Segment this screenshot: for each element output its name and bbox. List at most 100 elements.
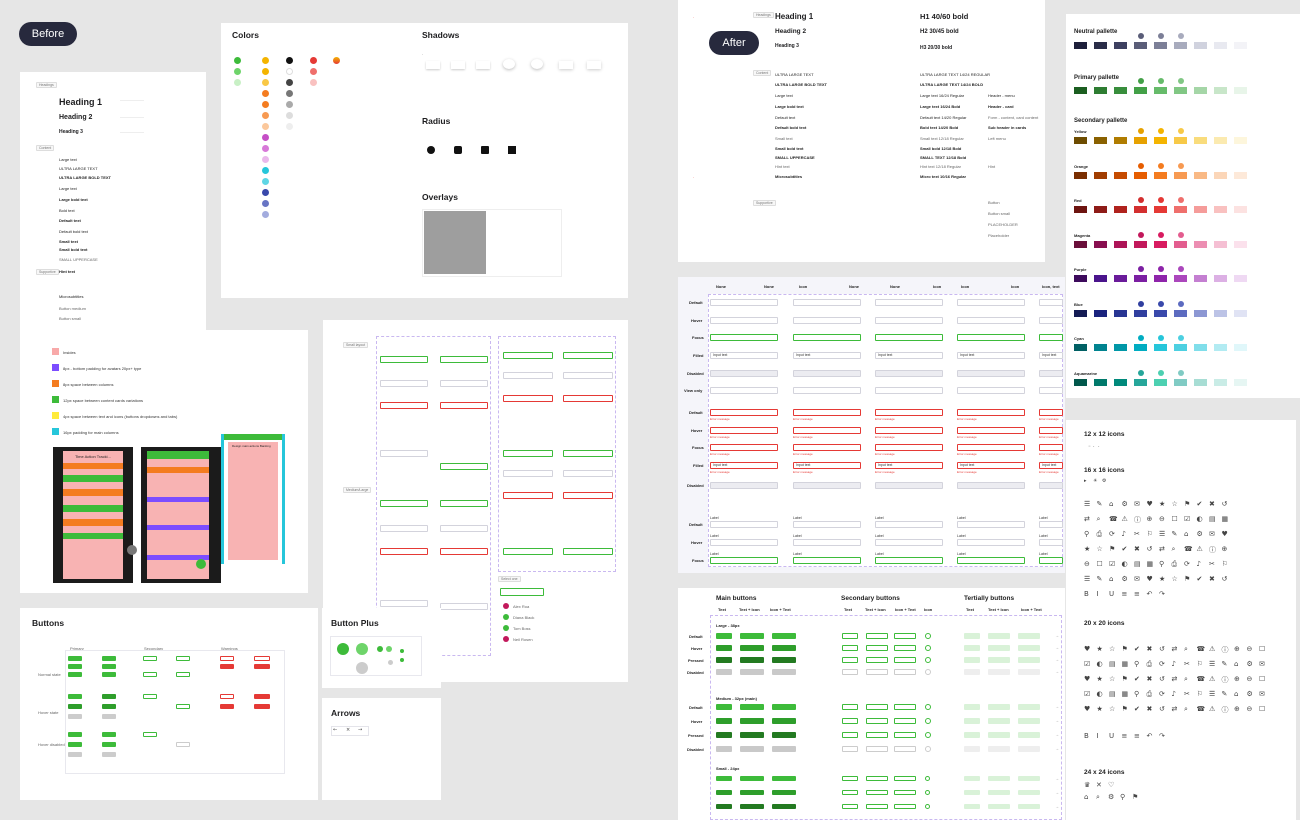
secondary-button[interactable] bbox=[894, 657, 916, 663]
info-icon[interactable]: ⓘ bbox=[1222, 645, 1229, 655]
input-field[interactable] bbox=[710, 521, 778, 528]
info-icon[interactable]: ⓘ bbox=[1134, 515, 1141, 525]
main-button[interactable] bbox=[716, 645, 732, 651]
checkbox-icon[interactable]: ☐ bbox=[1259, 675, 1265, 683]
arrow-right-icon[interactable]: → bbox=[1055, 746, 1059, 751]
input-field[interactable] bbox=[710, 427, 778, 434]
warning-button[interactable] bbox=[254, 694, 270, 699]
check-icon[interactable]: ✔ bbox=[1122, 545, 1128, 553]
main-button[interactable] bbox=[740, 804, 764, 809]
tertiary-button[interactable] bbox=[988, 645, 1010, 651]
input-field[interactable] bbox=[957, 557, 1025, 564]
main-button[interactable] bbox=[716, 746, 732, 752]
arrow-right-icon[interactable]: → bbox=[1055, 645, 1059, 650]
print-icon[interactable]: ⎙ bbox=[1172, 560, 1178, 569]
search-icon[interactable]: ⌕ bbox=[1184, 675, 1188, 684]
primary-button[interactable] bbox=[102, 714, 116, 719]
input-field[interactable] bbox=[875, 427, 943, 434]
star-outline-icon[interactable]: ☆ bbox=[1097, 545, 1103, 553]
text-format-icon[interactable]: I bbox=[1097, 732, 1099, 740]
cut-icon[interactable]: ✂ bbox=[1209, 560, 1215, 568]
secondary-button[interactable] bbox=[842, 669, 858, 675]
text-format-icon[interactable]: ≡ bbox=[1122, 590, 1128, 598]
tertiary-button[interactable] bbox=[1018, 790, 1040, 795]
secondary-button[interactable] bbox=[176, 656, 190, 661]
list-icon[interactable]: ▤ bbox=[1209, 515, 1216, 523]
star-icon[interactable]: ★ bbox=[1097, 645, 1103, 653]
input-field[interactable] bbox=[793, 299, 861, 306]
grid-icon[interactable]: ▦ bbox=[1222, 515, 1229, 523]
secondary-button[interactable] bbox=[866, 790, 888, 795]
grid-icon[interactable]: ▦ bbox=[1147, 560, 1154, 568]
primary-button[interactable] bbox=[68, 714, 82, 719]
primary-button[interactable] bbox=[102, 694, 116, 699]
main-button[interactable] bbox=[740, 657, 764, 663]
flag-icon[interactable]: ⚑ bbox=[1122, 645, 1128, 653]
warning-button[interactable] bbox=[220, 704, 234, 709]
input-field[interactable] bbox=[440, 603, 488, 610]
input-field[interactable] bbox=[440, 356, 488, 363]
input-field[interactable] bbox=[793, 539, 861, 546]
input-field[interactable] bbox=[793, 370, 861, 377]
check-icon[interactable]: ✔ bbox=[1134, 645, 1140, 653]
primary-button[interactable] bbox=[102, 704, 116, 709]
dropdown-field[interactable] bbox=[503, 352, 553, 359]
input-field[interactable] bbox=[793, 409, 861, 416]
primary-button[interactable] bbox=[102, 742, 116, 747]
warning-button[interactable] bbox=[220, 664, 234, 669]
secondary-button[interactable] bbox=[894, 746, 916, 752]
input-field[interactable] bbox=[957, 539, 1025, 546]
edit-icon[interactable]: ✎ bbox=[1222, 690, 1228, 698]
close-icon[interactable]: ✖ bbox=[1134, 545, 1140, 553]
primary-button[interactable] bbox=[102, 664, 116, 669]
warning-button[interactable] bbox=[254, 656, 270, 661]
swap-icon[interactable]: ⇄ bbox=[1172, 705, 1178, 713]
dropdown-field[interactable] bbox=[563, 352, 613, 359]
secondary-button[interactable] bbox=[842, 657, 858, 663]
search-icon[interactable]: ⌕ bbox=[1097, 515, 1101, 524]
filter-icon[interactable]: ⚲ bbox=[1134, 660, 1139, 668]
heart-icon[interactable]: ♥ bbox=[1147, 575, 1153, 583]
tertiary-button[interactable] bbox=[988, 718, 1010, 724]
remove-icon[interactable]: ⊖ bbox=[1084, 560, 1090, 568]
secondary-button[interactable] bbox=[894, 669, 916, 675]
input-field[interactable] bbox=[710, 370, 778, 377]
icon-button[interactable] bbox=[925, 633, 931, 639]
input-field[interactable] bbox=[957, 317, 1025, 324]
arrow-left-icon[interactable]: ← bbox=[333, 727, 337, 733]
tertiary-button[interactable] bbox=[988, 776, 1010, 781]
plus-button-large[interactable] bbox=[356, 662, 368, 674]
grid-icon[interactable]: ▦ bbox=[1122, 690, 1129, 698]
input-field[interactable] bbox=[875, 539, 943, 546]
input-field[interactable] bbox=[440, 380, 488, 387]
main-button[interactable] bbox=[772, 790, 796, 795]
mail-icon[interactable]: ✉ bbox=[1134, 500, 1140, 508]
contrast-icon[interactable]: ◐ bbox=[1097, 660, 1103, 668]
text-format-icon[interactable]: ≡ bbox=[1122, 732, 1128, 740]
plus-button-tiny[interactable] bbox=[400, 649, 404, 653]
sync-icon[interactable]: ⟳ bbox=[1184, 560, 1190, 568]
contrast-icon[interactable]: ◐ bbox=[1097, 690, 1103, 698]
arrow-right-icon[interactable]: → bbox=[1055, 804, 1059, 809]
refresh-icon[interactable]: ↺ bbox=[1159, 705, 1165, 713]
sync-icon[interactable]: ⟳ bbox=[1159, 690, 1165, 698]
input-field[interactable] bbox=[875, 299, 943, 306]
menu-icon[interactable]: ☰ bbox=[1084, 500, 1090, 508]
tertiary-button[interactable] bbox=[964, 657, 980, 663]
icon-button[interactable] bbox=[925, 776, 930, 781]
plus-button-small[interactable] bbox=[386, 646, 392, 652]
dropdown-field[interactable] bbox=[563, 450, 613, 457]
remove-icon[interactable]: ⊖ bbox=[1247, 705, 1253, 713]
tertiary-button[interactable] bbox=[964, 790, 980, 795]
main-button[interactable] bbox=[740, 669, 764, 675]
input-field[interactable] bbox=[875, 482, 943, 489]
heart-icon[interactable]: ♥ bbox=[1222, 530, 1228, 538]
input-field[interactable]: Input text bbox=[793, 352, 861, 359]
plus-button-large[interactable] bbox=[356, 643, 368, 655]
input-field[interactable] bbox=[380, 450, 428, 457]
icon-24[interactable]: ♛ bbox=[1084, 781, 1090, 789]
secondary-button[interactable] bbox=[842, 776, 858, 781]
flag-outline-icon[interactable]: ⚐ bbox=[1222, 560, 1228, 568]
list-icon[interactable]: ▤ bbox=[1109, 690, 1116, 698]
text-format-icon[interactable]: I bbox=[1097, 590, 1099, 598]
